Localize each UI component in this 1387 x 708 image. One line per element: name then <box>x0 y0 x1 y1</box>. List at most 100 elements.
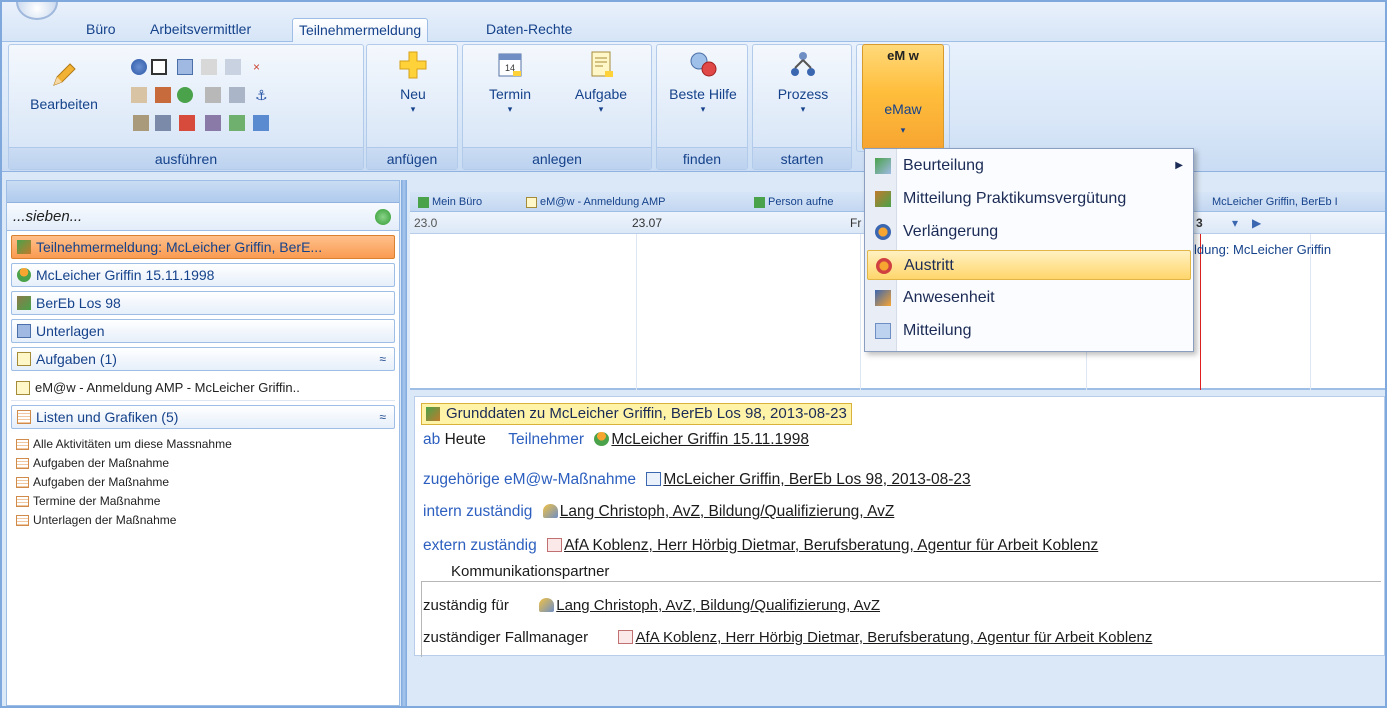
menu-item-label: Austritt <box>904 257 954 274</box>
teilnehmer-link[interactable]: McLeicher Griffin 15.11.1998 <box>611 431 809 448</box>
neu-label: Neu <box>400 86 426 102</box>
menu-item-austritt[interactable]: Austritt <box>867 250 1191 280</box>
pencil-icon <box>53 63 76 86</box>
export-icon[interactable] <box>133 115 149 131</box>
menu-item-mitteilung[interactable]: Mitteilung <box>867 316 1191 346</box>
fallmanager-link[interactable]: AfA Koblenz, Herr Hörbig Dietmar, Berufs… <box>635 629 1152 646</box>
calendar-column-divider <box>860 234 861 390</box>
calendar-next-icon[interactable]: ▶ <box>1252 216 1261 230</box>
refresh-icon[interactable] <box>375 209 391 225</box>
application-orb-button[interactable] <box>16 2 58 20</box>
doc-tab-anmeldung[interactable]: eM@w - Anmeldung AMP <box>524 194 666 211</box>
doc-tab-label: Person aufne <box>768 196 834 208</box>
list-item[interactable]: Aufgaben der Maßnahme <box>11 454 395 473</box>
participant-report-icon <box>426 407 440 421</box>
list-icon <box>16 496 29 507</box>
emaw-button[interactable]: eM w eMaw ▾ <box>862 44 944 150</box>
nav-item-label: Listen und Grafiken (5) <box>36 409 179 425</box>
task-icon <box>526 197 537 208</box>
beste-hilfe-button[interactable]: Beste Hilfe ▾ <box>663 49 743 115</box>
nav-item-label: Aufgaben (1) <box>36 351 117 367</box>
submenu-arrow-icon: ▶ <box>1175 160 1183 171</box>
picture-icon[interactable] <box>253 115 269 131</box>
doc-tab-person-aufnehmen[interactable]: Person aufne <box>752 194 862 211</box>
nav-item-listen-grafiken[interactable]: Listen und Grafiken (5) ≈ <box>11 405 395 429</box>
termin-button[interactable]: 14 Termin ▾ <box>467 49 553 115</box>
notepad-icon[interactable] <box>151 59 167 75</box>
attendance-icon <box>875 290 891 306</box>
aufgaben-sub-item[interactable]: eM@w - Anmeldung AMP - McLeicher Griffin… <box>11 375 395 401</box>
tab-teilnehmermeldung[interactable]: Teilnehmermeldung <box>292 18 429 43</box>
calendar-date-label: 23.0 <box>414 216 438 230</box>
zustaendig-fuer-link[interactable]: Lang Christoph, AvZ, Bildung/Qualifizier… <box>556 597 880 614</box>
menu-item-label: Verlängerung <box>903 223 999 240</box>
nav-item-bereb[interactable]: BerEb Los 98 <box>11 291 395 315</box>
close-x-icon[interactable]: × <box>253 59 269 75</box>
tab-daten-rechte[interactable]: Daten-Rechte <box>480 18 578 42</box>
task-icon <box>16 381 30 395</box>
aufgabe-button[interactable]: Aufgabe ▾ <box>555 49 647 115</box>
copy-icon[interactable] <box>131 87 147 103</box>
menu-item-mitteilung-praktikumsverguetung[interactable]: Mitteilung Praktikumsvergütung <box>867 184 1191 214</box>
calendar-event[interactable]: ldung: McLeicher Griffin <box>1194 242 1331 257</box>
doc-tab-mein-buero[interactable]: Mein Büro <box>416 194 482 211</box>
tab-arbeitsvermittler[interactable]: Arbeitsvermittler <box>144 18 257 42</box>
nav-item-unterlagen[interactable]: Unterlagen <box>11 319 395 343</box>
panel-splitter[interactable] <box>401 180 407 706</box>
row-extern: extern zuständig AfA Koblenz, Herr Hörbi… <box>423 537 1098 555</box>
nav-item-person[interactable]: McLeicher Griffin 15.11.1998 <box>11 263 395 287</box>
prozess-button[interactable]: Prozess ▾ <box>761 49 845 115</box>
collapse-chevron-icon[interactable]: ≈ <box>379 348 386 370</box>
arrow-icon[interactable] <box>179 115 195 131</box>
doc-tab-label: McLeicher Griffin, BerEb I <box>1212 196 1338 208</box>
people-icon[interactable] <box>177 87 193 103</box>
list-item[interactable]: Unterlagen der Maßnahme <box>11 511 395 530</box>
calendar-column-divider <box>1310 234 1311 390</box>
calendar-day-label: Fr <box>850 216 862 230</box>
bearbeiten-button[interactable]: Bearbeiten <box>19 59 109 113</box>
intern-link[interactable]: Lang Christoph, AvZ, Bildung/Qualifizier… <box>560 503 895 520</box>
calendar-dropdown-icon[interactable]: ▾ <box>1232 216 1238 230</box>
evaluation-icon <box>875 158 891 174</box>
anchor-icon[interactable]: ⚓ <box>255 87 271 103</box>
menu-item-beurteilung[interactable]: Beurteilung ▶ <box>867 151 1191 181</box>
office-icon <box>418 197 429 208</box>
help-icon[interactable] <box>131 59 147 75</box>
doc-icon[interactable] <box>229 87 245 103</box>
group-icon <box>17 296 31 310</box>
chart-icon[interactable] <box>205 115 221 131</box>
doc-tab-label: eM@w - Anmeldung AMP <box>540 196 666 208</box>
sheet-icon[interactable] <box>229 115 245 131</box>
grid-icon[interactable] <box>225 59 241 75</box>
extern-label: extern zuständig <box>423 537 537 554</box>
list-item[interactable]: Termine der Maßnahme <box>11 492 395 511</box>
link-icon[interactable] <box>155 115 171 131</box>
neu-button[interactable]: Neu ▾ <box>375 49 451 115</box>
heute-selector[interactable]: Heute <box>445 431 486 448</box>
extern-link[interactable]: AfA Koblenz, Herr Hörbig Dietmar, Berufs… <box>564 537 1098 554</box>
doc-tab-mcleicher[interactable]: McLeicher Griffin, BerEb I <box>1196 194 1338 211</box>
wrench-icon[interactable] <box>205 87 221 103</box>
group-label-finden: finden <box>657 147 747 169</box>
menu-item-verlaengerung[interactable]: Verlängerung <box>867 217 1191 247</box>
menu-item-label: Mitteilung Praktikumsvergütung <box>903 190 1127 207</box>
folder-icon[interactable] <box>155 87 171 103</box>
navigation-panel-header <box>7 181 399 203</box>
nav-item-teilnehmermeldung[interactable]: Teilnehmermeldung: McLeicher Griffin, Be… <box>11 235 395 259</box>
menu-item-anwesenheit[interactable]: Anwesenheit <box>867 283 1191 313</box>
tools-icon[interactable] <box>201 59 217 75</box>
search-field[interactable]: ...sieben... <box>7 203 399 231</box>
collapse-chevron-icon[interactable]: ≈ <box>379 406 386 428</box>
nav-item-label: Unterlagen <box>36 323 105 339</box>
list-item[interactable]: Aufgaben der Maßnahme <box>11 473 395 492</box>
intern-label: intern zuständig <box>423 503 533 520</box>
massnahme-link[interactable]: McLeicher Griffin, BerEb Los 98, 2013-08… <box>663 471 970 488</box>
listen-list: Alle Aktivitäten um diese Massnahme Aufg… <box>11 435 395 530</box>
calendar-icon: 14 <box>498 53 522 77</box>
window-icon[interactable] <box>177 59 193 75</box>
group-anfuegen: Neu ▾ anfügen <box>366 44 458 170</box>
tab-buero[interactable]: Büro <box>80 18 122 42</box>
list-item[interactable]: Alle Aktivitäten um diese Massnahme <box>11 435 395 454</box>
measure-icon <box>646 472 662 486</box>
nav-item-aufgaben[interactable]: Aufgaben (1) ≈ <box>11 347 395 371</box>
